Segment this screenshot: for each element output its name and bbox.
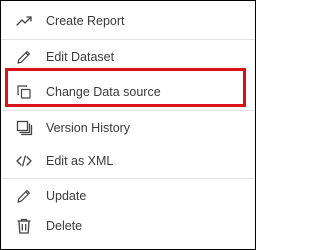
trending-up-icon (15, 12, 33, 30)
menu-item-label: Delete (46, 218, 83, 233)
copy-icon (15, 83, 33, 101)
code-icon (15, 152, 33, 170)
pencil-icon (15, 187, 33, 205)
menu-item-update[interactable]: Update (1, 179, 255, 213)
menu-item-label: Edit as XML (46, 153, 114, 168)
menu-item-label: Create Report (46, 13, 125, 28)
menu-item-version-history[interactable]: Version History (1, 111, 255, 145)
menu-item-change-data-source[interactable]: Change Data source (1, 75, 255, 109)
menu-item-delete[interactable]: Delete (1, 209, 255, 243)
menu-item-label: Edit Dataset (46, 49, 115, 64)
menu-item-label: Change Data source (46, 84, 161, 99)
trash-icon (15, 217, 33, 235)
context-menu: Create Report Edit Dataset Change Data s… (0, 0, 256, 250)
menu-item-edit-as-xml[interactable]: Edit as XML (1, 144, 255, 178)
menu-item-label: Update (46, 188, 87, 203)
menu-item-label: Version History (46, 120, 131, 135)
pencil-icon (15, 48, 33, 66)
menu-item-edit-dataset[interactable]: Edit Dataset (1, 40, 255, 74)
menu-item-create-report[interactable]: Create Report (1, 4, 255, 38)
stacked-pages-icon (15, 119, 33, 137)
